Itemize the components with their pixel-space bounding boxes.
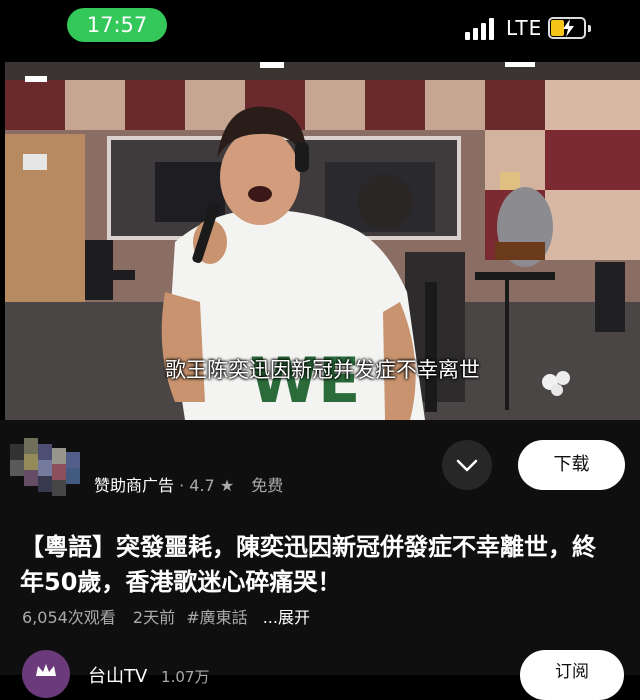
- ad-meta: 赞助商广告 · 4.7 ★ 免费: [94, 472, 283, 496]
- download-button[interactable]: 下载: [518, 440, 625, 490]
- expand-description-link[interactable]: ...展开: [263, 608, 310, 627]
- channel-name: 台山TV: [88, 666, 148, 687]
- subscriber-count: 1.07万: [161, 668, 210, 686]
- status-time[interactable]: 17:57: [67, 8, 167, 42]
- signal-icon: [465, 18, 494, 40]
- chevron-down-icon: [456, 459, 478, 472]
- ad-rating: · 4.7 ★: [179, 476, 235, 495]
- advertiser-logo[interactable]: [10, 438, 88, 502]
- status-bar: 17:57 LTE: [0, 0, 640, 60]
- view-count: 6,054次观看: [22, 608, 116, 627]
- ad-price: 免费: [251, 476, 284, 495]
- channel-info[interactable]: 台山TV 1.07万: [88, 662, 209, 688]
- crown-icon: [36, 664, 56, 676]
- channel-avatar[interactable]: [22, 650, 70, 698]
- upload-age: 2天前: [132, 608, 176, 627]
- battery-charging-icon: [548, 17, 591, 39]
- subscribe-button[interactable]: 订阅: [520, 650, 624, 700]
- video-title[interactable]: 【粵語】突發噩耗，陳奕迅因新冠併發症不幸離世，終年50歲，香港歌迷心碎痛哭！: [20, 530, 600, 600]
- video-info: 【粵語】突發噩耗，陳奕迅因新冠併發症不幸離世，終年50歲，香港歌迷心碎痛哭！ 6…: [0, 510, 640, 700]
- video-stats[interactable]: 6,054次观看 2天前 #廣東話 ...展开: [22, 604, 310, 628]
- ad-banner[interactable]: 赞助商广告 · 4.7 ★ 免费 下载: [0, 420, 640, 510]
- expand-button[interactable]: [442, 440, 492, 490]
- network-type: LTE: [506, 16, 543, 40]
- video-subtitle: 歌王陈奕迅因新冠并发症不幸离世: [165, 358, 480, 382]
- video-player[interactable]: WE 歌王陈奕迅因新冠并发症不幸离世: [5, 62, 640, 420]
- hashtag-link[interactable]: #廣東話: [186, 608, 247, 627]
- sponsor-label: 赞助商广告: [94, 476, 175, 495]
